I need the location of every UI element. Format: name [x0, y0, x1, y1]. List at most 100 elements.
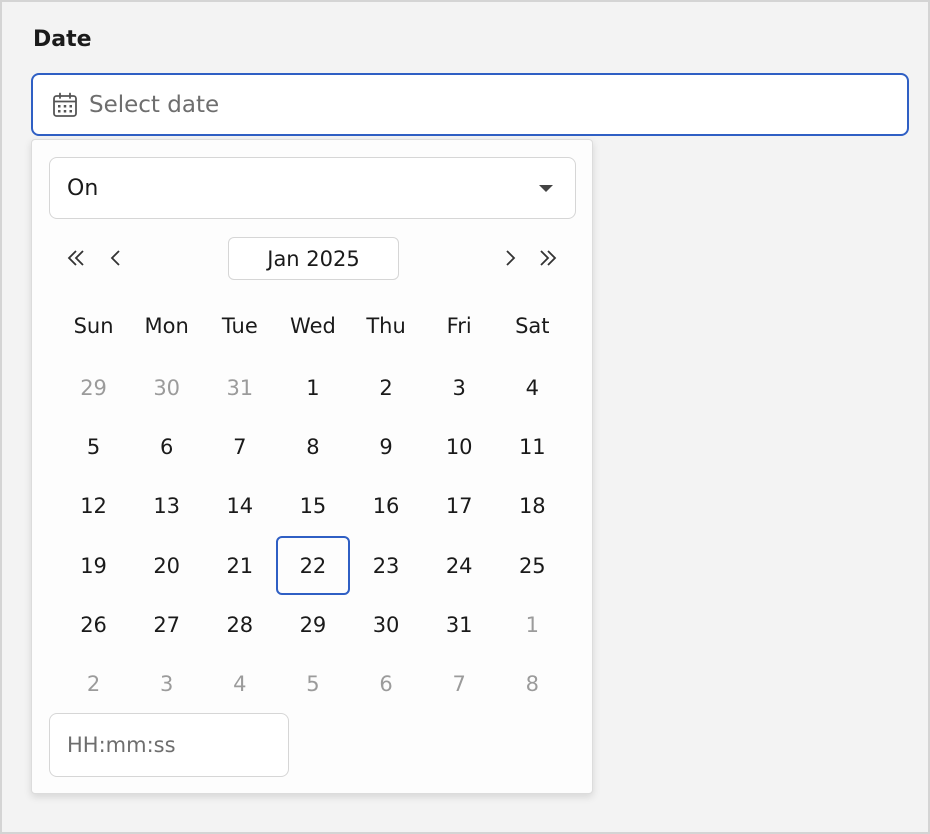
day-number: 3 — [160, 671, 174, 696]
calendar-day[interactable]: 23 — [350, 536, 423, 595]
date-picker-popover: On Jan 2025 Sun Mon Tue Wed Thu Fri Sat — [31, 139, 593, 794]
calendar-day[interactable]: 8 — [276, 417, 349, 476]
calendar-day-outside[interactable]: 31 — [203, 358, 276, 417]
month-year-button[interactable]: Jan 2025 — [228, 237, 399, 280]
day-number: 1 — [306, 375, 320, 400]
next-month-button[interactable] — [492, 236, 528, 280]
date-mode-select[interactable]: On — [49, 157, 576, 219]
weekday-label: Sat — [515, 314, 550, 338]
calendar-day[interactable]: 15 — [276, 476, 349, 535]
date-input-placeholder: Select date — [89, 91, 220, 118]
day-number: 3 — [452, 375, 466, 400]
day-number: 6 — [379, 671, 393, 696]
weekday-label: Thu — [366, 314, 406, 338]
calendar-day[interactable]: 13 — [130, 476, 203, 535]
calendar-day-selected[interactable]: 22 — [276, 536, 350, 595]
day-number: 1 — [525, 612, 539, 637]
day-number: 14 — [226, 493, 254, 518]
calendar-day-outside[interactable]: 2 — [57, 654, 130, 713]
calendar-day[interactable]: 14 — [203, 476, 276, 535]
day-number: 5 — [86, 434, 101, 459]
calendar-week: 19 20 21 22 23 24 25 — [57, 536, 569, 595]
calendar-day[interactable]: 18 — [496, 476, 569, 535]
calendar-day[interactable]: 1 — [276, 358, 349, 417]
calendar-day[interactable]: 16 — [350, 476, 423, 535]
calendar-day[interactable]: 21 — [203, 536, 276, 595]
time-input-placeholder: HH:mm:ss — [67, 733, 176, 757]
day-number: 26 — [80, 612, 107, 637]
calendar-day-outside[interactable]: 5 — [276, 654, 349, 713]
day-number: 13 — [153, 493, 181, 518]
date-field-label: Date — [33, 27, 92, 52]
double-chevron-left-icon — [67, 250, 84, 266]
day-number: 29 — [80, 375, 107, 400]
chevron-right-icon — [506, 250, 516, 266]
day-number: 16 — [372, 493, 400, 518]
day-number: 10 — [445, 434, 473, 459]
calendar-day[interactable]: 19 — [57, 536, 130, 595]
calendar-week: 5 6 7 8 9 10 11 — [57, 417, 569, 476]
day-number: 15 — [299, 493, 327, 518]
day-number: 29 — [299, 612, 327, 637]
day-number: 8 — [306, 434, 320, 459]
day-number: 7 — [452, 671, 466, 696]
day-number: 6 — [160, 434, 174, 459]
calendar-day[interactable]: 2 — [350, 358, 423, 417]
weekday-label: Wed — [290, 314, 336, 338]
calendar-day[interactable]: 4 — [496, 358, 569, 417]
calendar-day[interactable]: 5 — [57, 417, 130, 476]
day-number: 12 — [80, 493, 107, 518]
calendar-day[interactable]: 9 — [350, 417, 423, 476]
calendar-day-outside[interactable]: 6 — [350, 654, 423, 713]
day-number: 7 — [233, 434, 247, 459]
calendar-day[interactable]: 28 — [203, 595, 276, 654]
calendar-day[interactable]: 31 — [423, 595, 496, 654]
day-number: 8 — [525, 671, 539, 696]
calendar-day-outside[interactable]: 4 — [203, 654, 276, 713]
calendar-day-outside[interactable]: 8 — [496, 654, 569, 713]
weekday-label: Sun — [73, 314, 114, 338]
calendar-day[interactable]: 6 — [130, 417, 203, 476]
calendar-day[interactable]: 20 — [130, 536, 203, 595]
weekday-label: Fri — [446, 314, 472, 338]
calendar-day[interactable]: 30 — [350, 595, 423, 654]
calendar-week: 26 27 28 29 30 31 1 — [57, 595, 569, 654]
calendar-day[interactable]: 17 — [423, 476, 496, 535]
day-number: 30 — [372, 612, 400, 637]
calendar-day[interactable]: 7 — [203, 417, 276, 476]
date-input[interactable]: Select date — [31, 73, 909, 136]
chevron-left-icon — [110, 250, 120, 266]
calendar-day-outside[interactable]: 7 — [423, 654, 496, 713]
day-number: 25 — [518, 553, 546, 578]
day-number: 2 — [379, 375, 393, 400]
next-year-button[interactable] — [530, 236, 566, 280]
caret-down-icon — [539, 185, 553, 192]
weekday-label: Tue — [221, 314, 258, 338]
calendar-day[interactable]: 11 — [496, 417, 569, 476]
calendar-day-outside[interactable]: 1 — [496, 595, 569, 654]
day-number: 2 — [86, 671, 101, 696]
day-number: 4 — [525, 375, 539, 400]
calendar-day[interactable]: 12 — [57, 476, 130, 535]
day-number: 17 — [445, 493, 473, 518]
calendar-day[interactable]: 24 — [423, 536, 496, 595]
weekday-label: Mon — [144, 314, 189, 338]
calendar-day[interactable]: 26 — [57, 595, 130, 654]
prev-year-button[interactable] — [58, 236, 94, 280]
calendar-day-outside[interactable]: 29 — [57, 358, 130, 417]
calendar-day[interactable]: 27 — [130, 595, 203, 654]
day-number: 19 — [80, 553, 107, 578]
calendar-day[interactable]: 25 — [496, 536, 569, 595]
time-input[interactable]: HH:mm:ss — [49, 713, 289, 777]
day-number: 31 — [445, 612, 473, 637]
calendar-day[interactable]: 10 — [423, 417, 496, 476]
calendar-day-outside[interactable]: 30 — [130, 358, 203, 417]
prev-month-button[interactable] — [98, 236, 134, 280]
day-number: 28 — [226, 612, 254, 637]
calendar-day[interactable]: 29 — [276, 595, 349, 654]
calendar-week: 29 30 31 1 2 3 4 — [57, 358, 569, 417]
day-number: 5 — [306, 671, 320, 696]
calendar-day[interactable]: 3 — [423, 358, 496, 417]
calendar-icon — [51, 91, 79, 119]
calendar-day-outside[interactable]: 3 — [130, 654, 203, 713]
